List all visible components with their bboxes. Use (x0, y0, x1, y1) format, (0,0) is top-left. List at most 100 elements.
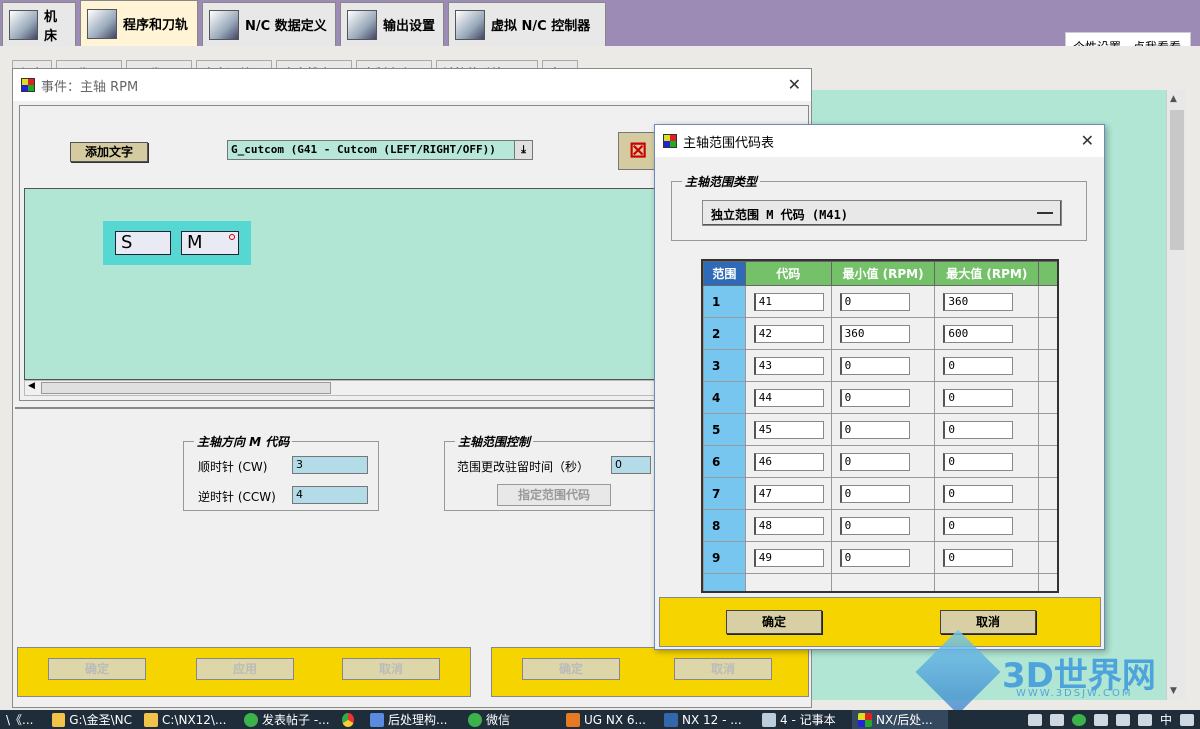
scroll-thumb[interactable] (41, 382, 331, 394)
network-icon[interactable] (1115, 713, 1130, 726)
scroll-up-icon[interactable]: ▲ (1170, 94, 1177, 104)
col-code: 代码 (744, 261, 832, 286)
min-cell (830, 541, 936, 574)
word-m[interactable]: M (181, 231, 239, 255)
add-text-button[interactable]: 添加文字 (70, 142, 148, 162)
scroll-left-icon[interactable]: ◀ (28, 381, 35, 391)
taskbar-item[interactable]: 4 - 记事本 (756, 710, 852, 729)
tab-machine[interactable]: 机床 (2, 2, 76, 46)
gcode-select-value: G_cutcom (G41 - Cutcom (LEFT/RIGHT/OFF)) (231, 143, 496, 156)
extra-cell (1038, 317, 1057, 350)
ccw-label: 逆时针 (CCW) (198, 490, 276, 504)
max-rpm-input[interactable] (943, 548, 1014, 567)
wechat-tray-icon[interactable] (1071, 713, 1086, 726)
min-rpm-input[interactable] (839, 420, 910, 439)
tab-output-settings[interactable]: 输出设置 (340, 2, 444, 46)
display-tray-icon[interactable] (1093, 713, 1108, 726)
min-rpm-input[interactable] (839, 324, 910, 343)
cw-input[interactable]: 3 (292, 456, 368, 474)
table-row: 8 (703, 509, 1057, 542)
extra-cell (1038, 381, 1057, 414)
table-row: 2 (703, 317, 1057, 350)
language-indicator[interactable]: 中 (1160, 711, 1172, 728)
taskbar-item[interactable]: C:\NX12\... (138, 710, 238, 729)
min-rpm-input[interactable] (839, 484, 910, 503)
range-type-value: 独立范围 M 代码 (M41) (711, 208, 849, 222)
taskbar-item[interactable]: NX 12 - ... (658, 710, 756, 729)
taskbar-item[interactable]: 后处理构... (364, 710, 462, 729)
group-title: 主轴范围类型 (682, 173, 761, 190)
volume-icon[interactable] (1137, 713, 1152, 726)
nc-data-icon (209, 9, 239, 40)
range-code-dialog: 主轴范围代码表 ✕ 主轴范围类型 独立范围 M 代码 (M41) 范围 代码 最… (654, 124, 1105, 650)
ok-button-bg[interactable]: 确定 (48, 658, 146, 680)
code-input[interactable] (753, 292, 824, 311)
notification-icon[interactable] (1180, 713, 1194, 726)
printer-tray-icon[interactable] (1027, 713, 1042, 726)
max-cell (934, 317, 1040, 350)
max-rpm-input[interactable] (943, 452, 1014, 471)
specify-range-button[interactable]: 指定范围代码 (497, 484, 611, 506)
trash-delete-icon: ⊠ (628, 138, 648, 163)
close-icon[interactable]: ✕ (788, 75, 801, 94)
max-rpm-input[interactable] (943, 516, 1014, 535)
cancel-button-bg-2[interactable]: 取消 (674, 658, 772, 680)
vertical-scrollbar[interactable]: ▲ ▼ (1166, 90, 1186, 700)
scroll-thumb[interactable] (1170, 110, 1184, 250)
taskbar-item[interactable]: UG NX 6... (560, 710, 658, 729)
max-rpm-input[interactable] (943, 388, 1014, 407)
code-input[interactable] (753, 516, 824, 535)
max-rpm-input[interactable] (943, 292, 1014, 311)
dwell-input[interactable]: 0 (611, 456, 651, 474)
taskbar-item[interactable] (336, 710, 364, 729)
max-rpm-input[interactable] (943, 356, 1014, 375)
col-min: 最小值 (RPM) (830, 261, 936, 286)
code-input[interactable] (753, 452, 824, 471)
min-rpm-input[interactable] (839, 548, 910, 567)
range-type-select[interactable]: 独立范围 M 代码 (M41) (702, 200, 1062, 226)
network-card-icon[interactable] (1049, 713, 1064, 726)
ok-button-bg-2[interactable]: 确定 (522, 658, 620, 680)
extra-cell (1038, 413, 1057, 446)
cancel-button-bg[interactable]: 取消 (342, 658, 440, 680)
taskbar-item[interactable]: 微信 (462, 710, 560, 729)
max-rpm-input[interactable] (943, 324, 1014, 343)
code-input[interactable] (753, 420, 824, 439)
ok-button[interactable]: 确定 (726, 610, 822, 634)
taskbar-item[interactable]: G:\金圣\NC (46, 710, 138, 729)
code-input[interactable] (753, 324, 824, 343)
close-icon[interactable]: ✕ (1081, 131, 1094, 150)
taskbar-item[interactable]: \《... (0, 710, 46, 729)
max-rpm-input[interactable] (943, 484, 1014, 503)
cancel-button[interactable]: 取消 (940, 610, 1036, 634)
code-input[interactable] (753, 388, 824, 407)
word-s[interactable]: S (115, 231, 171, 255)
code-input[interactable] (753, 484, 824, 503)
tab-virtual-nc[interactable]: 虚拟 N/C 控制器 (448, 2, 606, 46)
watermark-url: WWW.3DSJW.COM (1016, 688, 1133, 699)
min-rpm-input[interactable] (839, 452, 910, 471)
trash-button[interactable]: ⊠ (618, 132, 658, 170)
dropdown-arrow-icon[interactable]: ⤓ (514, 141, 532, 159)
min-rpm-input[interactable] (839, 516, 910, 535)
min-rpm-input[interactable] (839, 388, 910, 407)
code-input[interactable] (753, 548, 824, 567)
nx-icon (664, 712, 678, 727)
range-type-group: 主轴范围类型 独立范围 M 代码 (M41) (671, 173, 1087, 241)
code-input[interactable] (753, 356, 824, 375)
min-cell (830, 413, 936, 446)
gcode-select[interactable]: G_cutcom (G41 - Cutcom (LEFT/RIGHT/OFF))… (227, 140, 533, 160)
extra-cell (1038, 541, 1057, 574)
ccw-input[interactable]: 4 (292, 486, 368, 504)
tab-nc-data[interactable]: N/C 数据定义 (202, 2, 336, 46)
taskbar-item[interactable]: 发表帖子 -... (238, 710, 336, 729)
taskbar-item-active[interactable]: NX/后处... (852, 710, 948, 729)
option-menu-icon (1037, 212, 1053, 214)
dialog-titlebar: 主轴范围代码表 (655, 125, 1104, 157)
min-rpm-input[interactable] (839, 292, 910, 311)
tab-program-toolpath[interactable]: 程序和刀轨 (80, 0, 198, 46)
apply-button-bg[interactable]: 应用 (196, 658, 294, 680)
taskbar-label: G:\金圣\NC (69, 713, 132, 727)
min-rpm-input[interactable] (839, 356, 910, 375)
max-rpm-input[interactable] (943, 420, 1014, 439)
